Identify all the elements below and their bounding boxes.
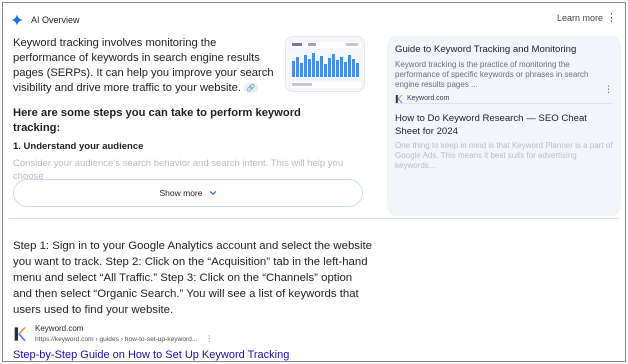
show-more-button[interactable]: Show more [13, 179, 363, 207]
ai-overview-header: AI Overview Learn more ⋮ [11, 11, 617, 29]
ai-overview-body: Keyword tracking involves monitoring the… [13, 36, 365, 179]
source-snippet: Keyword tracking is the practice of moni… [395, 59, 589, 89]
steps-heading: Here are some steps you can take to perf… [13, 107, 301, 134]
section-divider [9, 218, 619, 219]
step-text: Consider your audience's search behavior… [13, 158, 344, 179]
source-site-name: Keyword.com [407, 95, 450, 102]
featured-snippet-url-text: https://keyword.com › guides › how-to-se… [35, 336, 198, 343]
keyword-com-logo-icon [14, 327, 26, 341]
featured-snippet-text: Step 1: Sign in to your Google Analytics… [13, 240, 373, 316]
sources-panel: Guide to Keyword Tracking and Monitoring… [387, 36, 621, 216]
source-snippet: One thing to keep in mind is that Keywor… [395, 141, 613, 170]
featured-snippet-site-info: Keyword.com https://keyword.com › guides… [35, 324, 213, 345]
featured-snippet-source[interactable]: Keyword.com https://keyword.com › guides… [13, 324, 213, 345]
chevron-down-icon [209, 190, 216, 196]
ai-overview-title: AI Overview [31, 15, 80, 25]
dashboard-thumbnail-image [286, 37, 364, 91]
link-icon[interactable]: 🔗 [244, 83, 259, 94]
step-heading: 1. Understand your audience [13, 141, 144, 152]
vertical-dots-icon[interactable]: ⋮ [604, 84, 613, 95]
featured-snippet-url: https://keyword.com › guides › how-to-se… [35, 334, 213, 345]
source-thumbnail[interactable] [285, 36, 365, 92]
vertical-dots-icon[interactable]: ⋮ [606, 11, 617, 25]
summary-text: Keyword tracking involves monitoring the… [13, 37, 274, 94]
source-card[interactable]: How to Do Keyword Research — SEO Cheat S… [395, 113, 613, 171]
ai-overview-summary: Keyword tracking involves monitoring the… [13, 36, 275, 96]
gemini-spark-icon [11, 14, 23, 26]
keyword-com-logo-icon [395, 94, 403, 103]
source-card[interactable]: Guide to Keyword Tracking and Monitoring… [395, 44, 613, 104]
source-title[interactable]: How to Do Keyword Research — SEO Cheat S… [395, 113, 613, 138]
search-results-frame: AI Overview Learn more ⋮ Keyword trackin… [2, 2, 626, 362]
vertical-dots-icon[interactable]: ⋮ [205, 334, 213, 343]
featured-snippet-link[interactable]: Step-by-Step Guide on How to Set Up Keyw… [13, 349, 289, 361]
source-site: Keyword.com [395, 94, 613, 104]
learn-more-link[interactable]: Learn more [557, 13, 603, 23]
featured-snippet-site-name: Keyword.com [35, 324, 84, 333]
source-divider [395, 103, 613, 104]
show-more-label: Show more [159, 188, 203, 198]
source-title[interactable]: Guide to Keyword Tracking and Monitoring [395, 44, 613, 57]
